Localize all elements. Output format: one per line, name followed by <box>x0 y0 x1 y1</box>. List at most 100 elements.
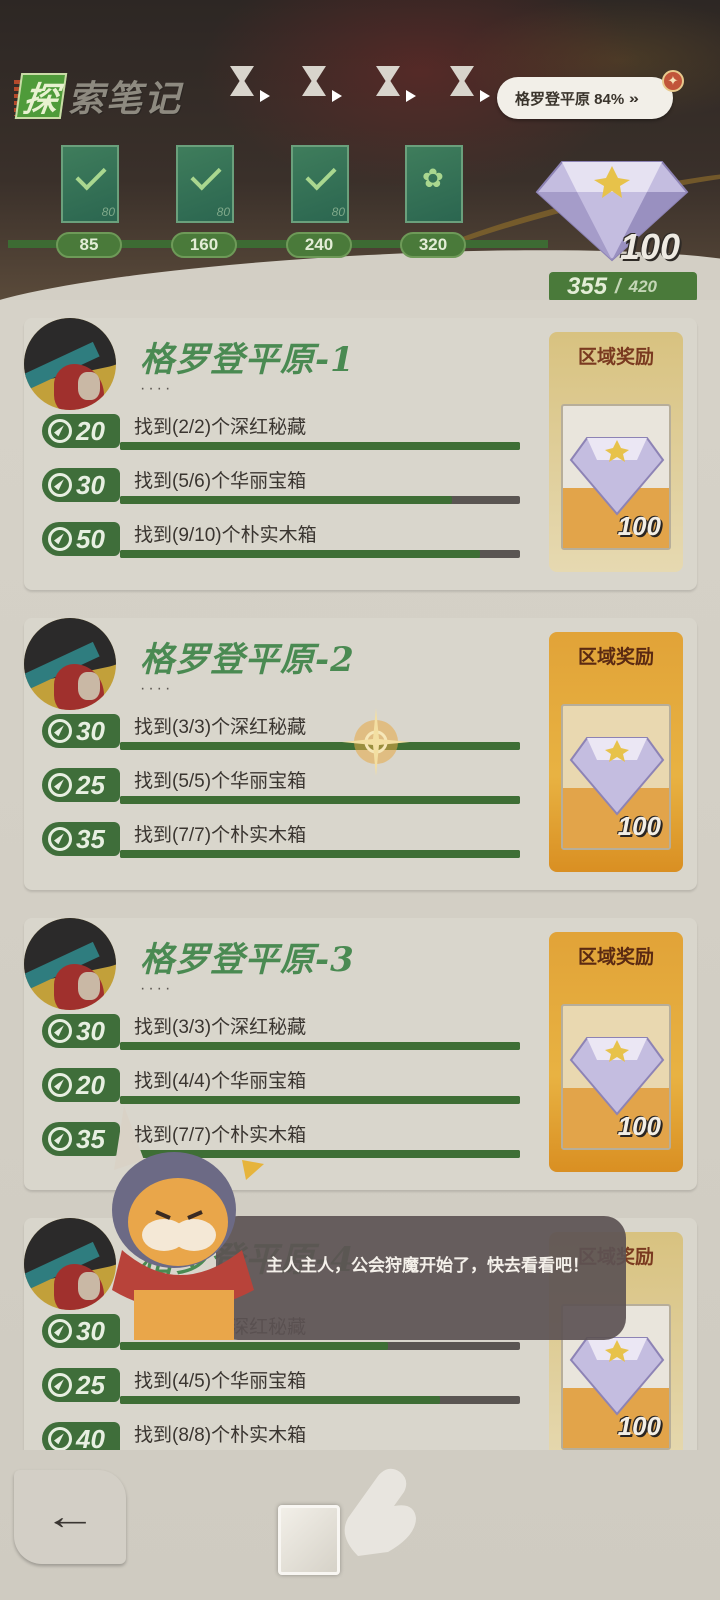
task-progress-fill <box>120 796 520 804</box>
task-row: 25 找到(4/5)个华丽宝箱 <box>42 1364 520 1406</box>
region-reward-button[interactable]: 区域奖励 100 <box>549 632 683 872</box>
task-row: 30 找到(3/3)个深红秘藏 <box>42 1010 520 1052</box>
explore-notes-screen: 探 索笔记 格罗登平原 84% » ✦ 80 80 80 ✿ 85 160 24… <box>0 0 720 1600</box>
compass-icon <box>48 1073 72 1097</box>
compass-icon <box>48 473 72 497</box>
compass-icon <box>48 1319 72 1343</box>
reward-value: 100 <box>617 1111 661 1141</box>
reward-label: 区域奖励 <box>577 647 654 668</box>
diamond-icon <box>569 437 665 516</box>
region-card-content: 格罗登平原-2 ···· 30 找到(3/3)个深红秘藏 25 找到(5/5)个华丽宝箱 3… <box>24 618 544 890</box>
task-points-badge: 20 <box>42 1068 120 1102</box>
compass-icon <box>48 419 72 443</box>
reward-label: 区域奖励 <box>577 347 654 368</box>
mascot-dialog[interactable]: 主人主人，公会狩魔开始了，快去看看吧！ <box>216 1216 626 1340</box>
task-progress-fill <box>120 1042 520 1050</box>
diamond-icon <box>569 1037 665 1116</box>
task-progress-fill <box>120 850 520 858</box>
task-points: 20 <box>76 1069 105 1100</box>
reward-value: 100 <box>617 1411 661 1441</box>
compass-icon <box>48 1427 72 1450</box>
tap-hand-icon <box>344 1468 416 1556</box>
reward-label: 区域奖励 <box>577 947 654 968</box>
region-title: 格罗登平原-2 <box>140 640 355 680</box>
region-card[interactable]: 格罗登平原-1 ···· 20 找到(2/2)个深红秘藏 30 找到(5/6)个华丽宝箱 5… <box>24 318 697 590</box>
reward-card: 100 <box>561 404 671 550</box>
task-progress-fill <box>120 1396 440 1404</box>
task-points-badge: 30 <box>42 468 120 502</box>
compass-icon <box>48 527 72 551</box>
back-arrow-icon: ← <box>43 1495 97 1538</box>
task-points-badge: 35 <box>42 822 120 856</box>
task-progress-bar <box>120 742 520 750</box>
task-text: 找到(8/8)个朴实木箱 <box>134 1425 307 1446</box>
diamond-icon <box>569 737 665 816</box>
task-text: 找到(4/4)个华丽宝箱 <box>134 1071 307 1092</box>
task-points: 20 <box>76 415 105 446</box>
task-row: 25 找到(5/5)个华丽宝箱 <box>42 764 520 806</box>
region-title: 格罗登平原-3 <box>140 940 355 980</box>
task-text: 找到(7/7)个朴实木箱 <box>134 825 307 846</box>
avatar <box>24 1218 116 1310</box>
reward-card: 100 <box>561 704 671 850</box>
task-progress-fill <box>120 442 520 450</box>
task-row: 50 找到(9/10)个朴实木箱 <box>42 518 520 560</box>
task-points: 30 <box>76 1015 105 1046</box>
task-progress-bar <box>120 796 520 804</box>
task-points: 30 <box>76 715 105 746</box>
region-card-content: 格罗登平原-3 ···· 30 找到(3/3)个深红秘藏 20 找到(4/4)个华丽宝箱 3… <box>24 918 544 1190</box>
tap-sparkle-icon <box>342 708 410 776</box>
task-progress-fill <box>120 742 520 750</box>
task-text: 找到(9/10)个朴实木箱 <box>134 525 317 546</box>
region-card-content: 格罗登平原-1 ···· 20 找到(2/2)个深红秘藏 30 找到(5/6)个华丽宝箱 5… <box>24 318 544 590</box>
task-points-badge: 25 <box>42 1368 120 1402</box>
compass-icon <box>48 719 72 743</box>
task-progress-fill <box>120 1342 388 1350</box>
task-text: 找到(2/2)个深红秘藏 <box>134 417 307 438</box>
task-text: 找到(4/5)个华丽宝箱 <box>134 1371 307 1392</box>
task-progress-bar <box>120 550 520 558</box>
task-points: 35 <box>76 823 105 854</box>
task-points: 40 <box>76 1423 105 1451</box>
task-text: 找到(3/3)个深红秘藏 <box>134 717 307 738</box>
task-points: 30 <box>76 1315 105 1346</box>
back-button[interactable]: ← <box>14 1470 126 1564</box>
task-text: 找到(5/5)个华丽宝箱 <box>134 771 307 792</box>
task-row: 30 找到(5/6)个华丽宝箱 <box>42 464 520 506</box>
region-dots: ···· <box>140 680 174 697</box>
compass-icon <box>48 1373 72 1397</box>
task-points-badge: 50 <box>42 522 120 556</box>
task-points: 25 <box>76 769 105 800</box>
task-points-badge: 30 <box>42 714 120 748</box>
compass-icon <box>48 827 72 851</box>
task-points: 50 <box>76 523 105 554</box>
task-row: 35 找到(7/7)个朴实木箱 <box>42 818 520 860</box>
reward-value: 100 <box>617 811 661 841</box>
region-reward-button[interactable]: 区域奖励 100 <box>549 932 683 1172</box>
task-points-badge: 25 <box>42 768 120 802</box>
mascot-character[interactable] <box>104 1100 264 1340</box>
task-points: 25 <box>76 1369 105 1400</box>
avatar <box>24 318 116 410</box>
task-progress-bar <box>120 442 520 450</box>
task-points-badge: 20 <box>42 414 120 448</box>
task-progress-fill <box>120 496 452 504</box>
dialog-text: 主人主人，公会狩魔开始了，快去看看吧！ <box>266 1256 589 1275</box>
task-points: 30 <box>76 469 105 500</box>
avatar <box>24 918 116 1010</box>
task-row: 20 找到(2/2)个深红秘藏 <box>42 410 520 452</box>
task-progress-bar <box>120 1042 520 1050</box>
region-reward-button[interactable]: 区域奖励 100 <box>549 332 683 572</box>
region-dots: ···· <box>140 380 174 397</box>
task-progress-bar <box>120 1396 520 1404</box>
task-points-badge: 30 <box>42 1014 120 1048</box>
task-progress-bar <box>120 1342 520 1350</box>
task-progress-fill <box>120 550 480 558</box>
region-dots: ···· <box>140 980 174 997</box>
task-text: 找到(3/3)个深红秘藏 <box>134 1017 307 1038</box>
region-title: 格罗登平原-1 <box>140 340 355 380</box>
reward-card: 100 <box>561 1004 671 1150</box>
compass-icon <box>48 1127 72 1151</box>
task-text: 找到(5/6)个华丽宝箱 <box>134 471 307 492</box>
task-points-badge: 40 <box>42 1422 120 1450</box>
